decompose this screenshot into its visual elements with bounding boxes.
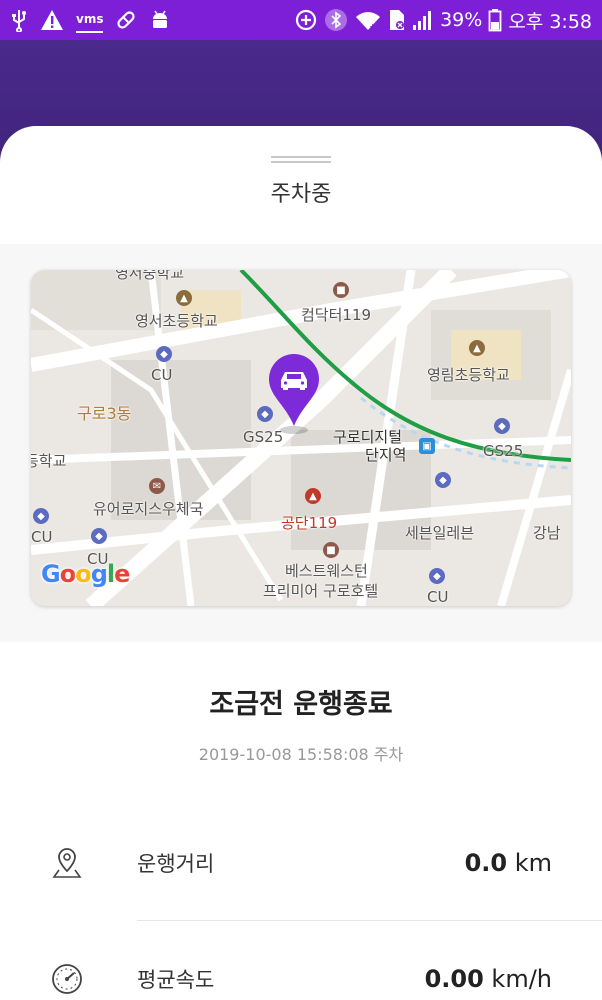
distance-row: 운행거리 0.0 km <box>0 828 602 898</box>
android-icon <box>149 7 171 33</box>
map-label: 강남 <box>533 524 561 542</box>
signal-icon <box>412 7 434 33</box>
map-view[interactable]: ▲ ◆ ◆ ✉ ◆ ◆ ▲ ■ ■ ▲ ▣ ◆ ◆ ◆ 영서중학교 영서초등학교… <box>31 270 571 606</box>
store-poi-icon: ◆ <box>429 568 445 584</box>
school-poi-icon: ▲ <box>469 340 485 356</box>
store-poi-icon: ◆ <box>435 472 451 488</box>
map-label: 영서중학교 <box>115 270 185 282</box>
map-label: 등학교 <box>31 452 67 470</box>
row-divider <box>137 920 602 921</box>
map-label: 영서초등학교 <box>135 312 218 330</box>
battery-percent: 39% <box>440 9 483 31</box>
google-logo: Google <box>41 560 130 588</box>
map-label: GS25 <box>483 442 524 460</box>
pill-icon <box>115 7 137 33</box>
distance-number: 0.0 <box>464 849 508 877</box>
speed-unit: km/h <box>491 965 552 993</box>
location-pin-icon <box>50 846 84 880</box>
hotel-poi-icon: ■ <box>323 542 339 558</box>
svg-text:+: + <box>369 22 376 31</box>
drag-handle[interactable] <box>271 156 331 163</box>
trip-status-title: 조금전 운행종료 <box>209 689 393 720</box>
usb-icon <box>10 7 28 33</box>
store-poi-icon: ◆ <box>91 528 107 544</box>
map-label: 영림초등학교 <box>427 366 510 384</box>
school-poi-icon: ▲ <box>176 290 192 306</box>
map-label: 공단119 <box>281 514 338 532</box>
warning-icon <box>40 7 64 33</box>
map-label: 구로3동 <box>77 404 132 423</box>
parked-timestamp: 2019-10-08 15:58:08 주차 <box>198 745 404 764</box>
map-label: 프리미어 구로호텔 <box>263 582 379 600</box>
clock: 오후 3:58 <box>508 10 592 33</box>
car-location-pin[interactable] <box>267 352 321 440</box>
store-poi-icon: ◆ <box>156 346 172 362</box>
sync-icon <box>294 7 318 33</box>
subway-station-icon: ▣ <box>419 438 435 454</box>
distance-value: 0.0 km <box>465 849 552 877</box>
map-label: 세븐일레븐 <box>405 524 475 542</box>
speedometer-icon <box>50 962 84 996</box>
bluetooth-icon <box>324 7 348 33</box>
distance-unit: km <box>514 849 552 877</box>
no-sim-icon <box>388 7 406 33</box>
avg-speed-label: 평균속도 <box>137 968 215 992</box>
map-label: 유어로지스우체국 <box>93 500 204 518</box>
wifi-icon: + <box>354 7 382 33</box>
avg-speed-value: 0.00 km/h <box>425 965 552 993</box>
parking-sheet: 주차중 ▲ ◆ ◆ ✉ ◆ ◆ ▲ ■ ■ ▲ ▣ ◆ ◆ ◆ 영서중학교 영서… <box>0 126 602 1000</box>
map-label: CU <box>31 528 53 546</box>
status-bar: vms + 39% 오후 3:58 <box>0 0 602 40</box>
map-label: 단지역 <box>365 446 407 464</box>
distance-label: 운행거리 <box>137 852 215 876</box>
post-poi-icon: ✉ <box>149 478 165 494</box>
map-label: CU <box>151 366 173 384</box>
map-section: ▲ ◆ ◆ ✉ ◆ ◆ ▲ ■ ■ ▲ ▣ ◆ ◆ ◆ 영서중학교 영서초등학교… <box>0 244 602 642</box>
vms-icon: vms <box>76 7 104 33</box>
store-poi-icon: ◆ <box>494 418 510 434</box>
sheet-title: 주차중 <box>270 182 332 207</box>
shop-poi-icon: ■ <box>333 282 349 298</box>
fire-station-poi-icon: ▲ <box>305 488 321 504</box>
map-label: 컴닥터119 <box>301 306 372 324</box>
speed-number: 0.00 <box>424 965 484 993</box>
battery-icon <box>488 7 502 33</box>
map-label: CU <box>427 588 449 606</box>
avg-speed-row: 평균속도 0.00 km/h <box>0 944 602 1000</box>
store-poi-icon: ◆ <box>33 508 49 524</box>
map-label: 베스트웨스턴 <box>285 562 368 580</box>
